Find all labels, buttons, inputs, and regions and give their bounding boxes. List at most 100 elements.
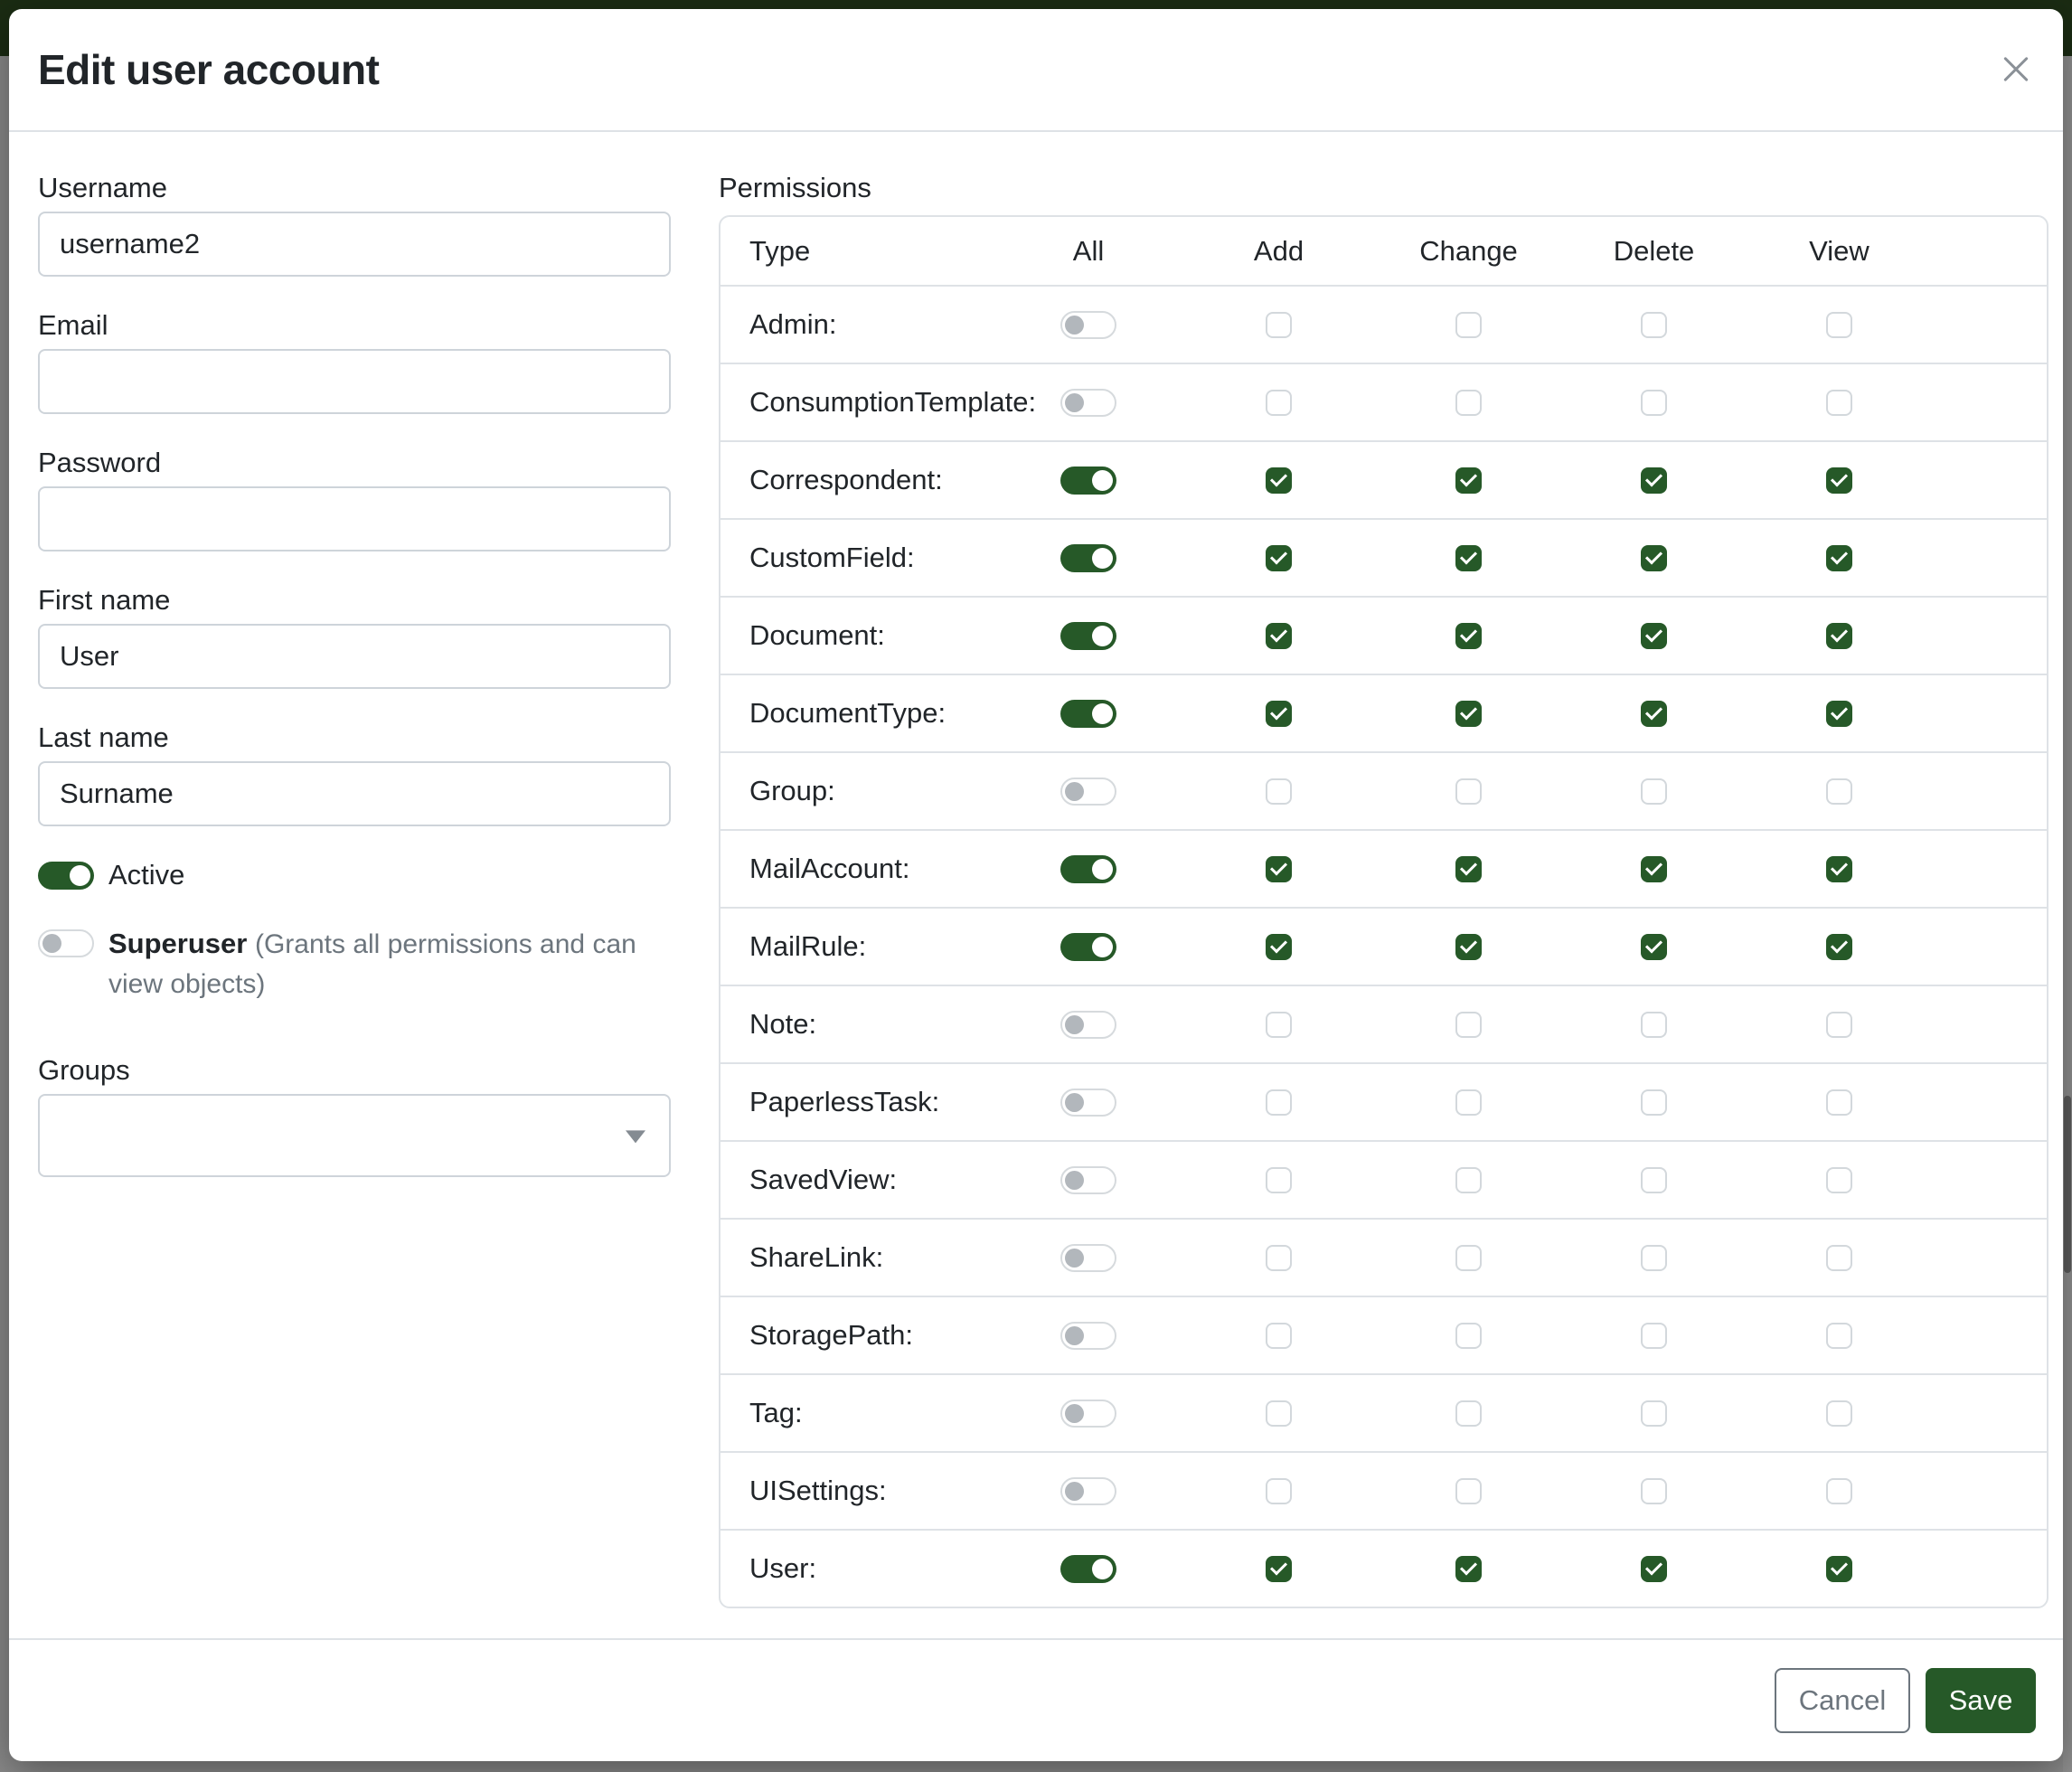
- toggle-all-correspondent[interactable]: [1060, 467, 1116, 495]
- checkbox-change-storagepath[interactable]: [1455, 1323, 1482, 1349]
- checkbox-view-consumptiontemplate[interactable]: [1826, 390, 1852, 416]
- toggle-all-note[interactable]: [1060, 1011, 1116, 1039]
- checkbox-view-note[interactable]: [1826, 1012, 1852, 1038]
- toggle-all-uisettings[interactable]: [1060, 1477, 1116, 1505]
- checkbox-view-mailrule[interactable]: [1826, 934, 1852, 960]
- toggle-all-documenttype[interactable]: [1060, 700, 1116, 728]
- checkbox-delete-consumptiontemplate[interactable]: [1641, 390, 1667, 416]
- checkbox-delete-paperlesstask[interactable]: [1641, 1089, 1667, 1116]
- superuser-toggle[interactable]: [38, 929, 94, 957]
- checkbox-add-uisettings[interactable]: [1266, 1478, 1292, 1504]
- toggle-all-customfield[interactable]: [1060, 544, 1116, 572]
- checkbox-view-customfield[interactable]: [1826, 545, 1852, 571]
- checkbox-delete-savedview[interactable]: [1641, 1167, 1667, 1193]
- checkbox-change-mailaccount[interactable]: [1455, 856, 1482, 882]
- checkbox-change-mailrule[interactable]: [1455, 934, 1482, 960]
- active-toggle[interactable]: [38, 862, 94, 890]
- email-field[interactable]: [38, 349, 671, 414]
- checkbox-change-savedview[interactable]: [1455, 1167, 1482, 1193]
- checkbox-delete-tag[interactable]: [1641, 1400, 1667, 1427]
- checkbox-view-group[interactable]: [1826, 778, 1852, 805]
- checkbox-change-paperlesstask[interactable]: [1455, 1089, 1482, 1116]
- checkbox-add-documenttype[interactable]: [1266, 701, 1292, 727]
- checkbox-add-mailaccount[interactable]: [1266, 856, 1292, 882]
- checkbox-view-correspondent[interactable]: [1826, 467, 1852, 494]
- checkbox-view-uisettings[interactable]: [1826, 1478, 1852, 1504]
- checkbox-delete-storagepath[interactable]: [1641, 1323, 1667, 1349]
- toggle-all-mailrule[interactable]: [1060, 933, 1116, 961]
- toggle-all-savedview[interactable]: [1060, 1166, 1116, 1194]
- checkbox-view-mailaccount[interactable]: [1826, 856, 1852, 882]
- checkbox-view-savedview[interactable]: [1826, 1167, 1852, 1193]
- checkbox-change-customfield[interactable]: [1455, 545, 1482, 571]
- checkbox-delete-customfield[interactable]: [1641, 545, 1667, 571]
- cancel-button[interactable]: Cancel: [1775, 1668, 1910, 1733]
- last-name-field[interactable]: [38, 761, 671, 826]
- checkbox-change-document[interactable]: [1455, 623, 1482, 649]
- close-icon[interactable]: [1996, 50, 2036, 90]
- groups-select[interactable]: [38, 1094, 671, 1177]
- checkbox-delete-document[interactable]: [1641, 623, 1667, 649]
- checkbox-change-admin[interactable]: [1455, 312, 1482, 338]
- checkbox-view-storagepath[interactable]: [1826, 1323, 1852, 1349]
- checkbox-add-customfield[interactable]: [1266, 545, 1292, 571]
- checkbox-view-sharelink[interactable]: [1826, 1245, 1852, 1271]
- checkbox-view-documenttype[interactable]: [1826, 701, 1852, 727]
- checkbox-view-paperlesstask[interactable]: [1826, 1089, 1852, 1116]
- toggle-all-paperlesstask[interactable]: [1060, 1089, 1116, 1117]
- toggle-all-document[interactable]: [1060, 622, 1116, 650]
- toggle-all-sharelink[interactable]: [1060, 1244, 1116, 1272]
- first-name-field[interactable]: [38, 624, 671, 689]
- checkbox-change-correspondent[interactable]: [1455, 467, 1482, 494]
- checkbox-delete-user[interactable]: [1641, 1556, 1667, 1582]
- checkbox-view-document[interactable]: [1826, 623, 1852, 649]
- checkbox-view-admin[interactable]: [1826, 312, 1852, 338]
- checkbox-add-paperlesstask[interactable]: [1266, 1089, 1292, 1116]
- checkbox-add-savedview[interactable]: [1266, 1167, 1292, 1193]
- username-field[interactable]: [38, 212, 671, 277]
- edit-user-account-modal: Edit user account Username Email Passwor…: [9, 9, 2063, 1761]
- password-field[interactable]: [38, 486, 671, 551]
- checkbox-delete-note[interactable]: [1641, 1012, 1667, 1038]
- checkbox-add-consumptiontemplate[interactable]: [1266, 390, 1292, 416]
- checkbox-change-documenttype[interactable]: [1455, 701, 1482, 727]
- checkbox-add-document[interactable]: [1266, 623, 1292, 649]
- checkbox-change-tag[interactable]: [1455, 1400, 1482, 1427]
- checkbox-delete-group[interactable]: [1641, 778, 1667, 805]
- column-header-all: All: [995, 235, 1182, 268]
- checkbox-add-admin[interactable]: [1266, 312, 1292, 338]
- toggle-all-consumptiontemplate[interactable]: [1060, 389, 1116, 417]
- checkbox-delete-correspondent[interactable]: [1641, 467, 1667, 494]
- checkbox-change-uisettings[interactable]: [1455, 1478, 1482, 1504]
- toggle-all-tag[interactable]: [1060, 1400, 1116, 1428]
- checkbox-change-consumptiontemplate[interactable]: [1455, 390, 1482, 416]
- checkbox-delete-admin[interactable]: [1641, 312, 1667, 338]
- toggle-all-mailaccount[interactable]: [1060, 855, 1116, 883]
- checkbox-delete-mailrule[interactable]: [1641, 934, 1667, 960]
- toggle-all-group[interactable]: [1060, 778, 1116, 806]
- page-scrollbar-thumb[interactable]: [2064, 1096, 2071, 1273]
- checkbox-delete-documenttype[interactable]: [1641, 701, 1667, 727]
- checkbox-add-correspondent[interactable]: [1266, 467, 1292, 494]
- page-scrollbar[interactable]: [2063, 56, 2072, 1772]
- checkbox-delete-mailaccount[interactable]: [1641, 856, 1667, 882]
- checkbox-change-user[interactable]: [1455, 1556, 1482, 1582]
- save-button[interactable]: Save: [1926, 1668, 2036, 1733]
- checkbox-add-storagepath[interactable]: [1266, 1323, 1292, 1349]
- toggle-all-admin[interactable]: [1060, 311, 1116, 339]
- checkbox-add-tag[interactable]: [1266, 1400, 1292, 1427]
- checkbox-add-group[interactable]: [1266, 778, 1292, 805]
- checkbox-delete-uisettings[interactable]: [1641, 1478, 1667, 1504]
- checkbox-add-mailrule[interactable]: [1266, 934, 1292, 960]
- checkbox-delete-sharelink[interactable]: [1641, 1245, 1667, 1271]
- checkbox-add-note[interactable]: [1266, 1012, 1292, 1038]
- checkbox-change-group[interactable]: [1455, 778, 1482, 805]
- checkbox-view-user[interactable]: [1826, 1556, 1852, 1582]
- checkbox-change-sharelink[interactable]: [1455, 1245, 1482, 1271]
- toggle-all-user[interactable]: [1060, 1555, 1116, 1583]
- toggle-all-storagepath[interactable]: [1060, 1322, 1116, 1350]
- checkbox-add-sharelink[interactable]: [1266, 1245, 1292, 1271]
- checkbox-view-tag[interactable]: [1826, 1400, 1852, 1427]
- checkbox-change-note[interactable]: [1455, 1012, 1482, 1038]
- checkbox-add-user[interactable]: [1266, 1556, 1292, 1582]
